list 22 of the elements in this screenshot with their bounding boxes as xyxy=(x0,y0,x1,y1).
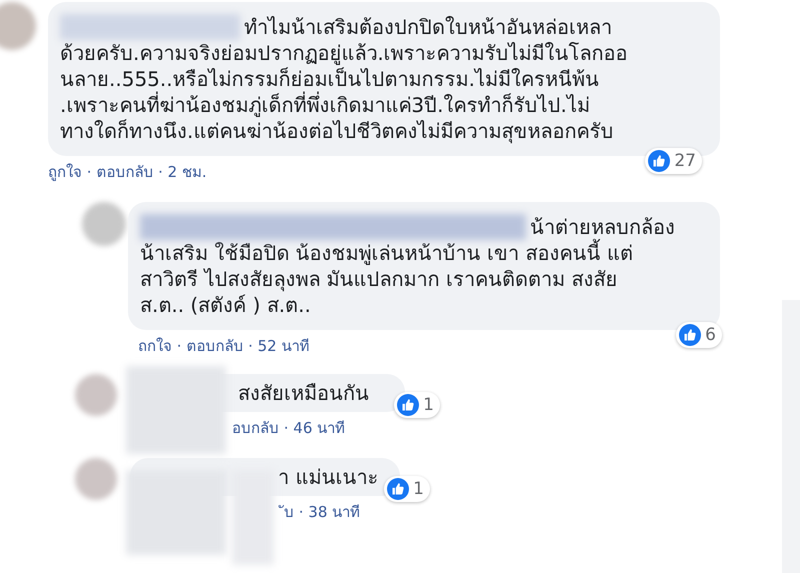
like-count-badge[interactable]: 1 xyxy=(384,476,430,502)
like-count-badge[interactable]: 6 xyxy=(676,322,722,348)
thumbs-up-icon xyxy=(387,478,410,500)
comment-actions[interactable]: ถูกใจ · ตอบกลับ · 2 ชม. xyxy=(36,158,207,184)
avatar[interactable] xyxy=(0,2,36,50)
thumbs-up-icon xyxy=(679,324,702,346)
comment-actions[interactable]: ับ · 38 นาที xyxy=(278,498,360,524)
comment-text: า แม่นเนาะ xyxy=(278,464,378,490)
comment-actions[interactable]: ถกใจ · ตอบกลับ · 52 นาที xyxy=(126,332,310,358)
like-count-badge[interactable]: 1 xyxy=(394,392,440,418)
comment-text: น้าเสริม ใช้มือปิด น้องชมพู่เล่นหน้าบ้าน เขา สองคนนี้ แต่ สาวิตรี ไปสงสัยลุงพล มันแปลกมาก เราคนติดตาม สงสัย ส.ต.. (สตังค์ ) ส.ต.. xyxy=(140,240,708,318)
avatar[interactable] xyxy=(82,202,126,246)
comment-text: น้าต่ายหลบกล้อง xyxy=(530,214,675,239)
comment-actions[interactable]: อบกลับ · 46 นาที xyxy=(232,414,346,440)
like-count-badge[interactable]: 27 xyxy=(645,148,702,174)
avatar[interactable] xyxy=(75,458,117,500)
comment-text: ด้วยครับ.ความจริงย่อมปรากฏอยู่แล้ว.เพราะความรับไม่มีในโลกออ นลาย..555..หรือไม่กรรมก็ย่อมเป็นไปตามกรรม.ไม่มีใครหนีพ้น .เพราะคนที่ฆ่าน้องชมภู่เด็กที่พึ่งเกิดมาแค่3ปี.ใครทำก็รับไป.ไม่ ทางใดก็ทางนึง.แต่คนฆ่าน้องต่อไปชีวิตคงไม่มีความสุขหลอกครับ xyxy=(60,40,629,144)
avatar[interactable] xyxy=(75,374,117,416)
thumbs-up-icon xyxy=(648,150,670,172)
comment-text: ทำไมน้าเสริมต้องปกปิดใบหน้าอันหล่อเหลา xyxy=(244,14,612,40)
thumbs-up-icon xyxy=(397,394,420,416)
comment-text: สงสัยเหมือนกัน xyxy=(238,380,369,406)
